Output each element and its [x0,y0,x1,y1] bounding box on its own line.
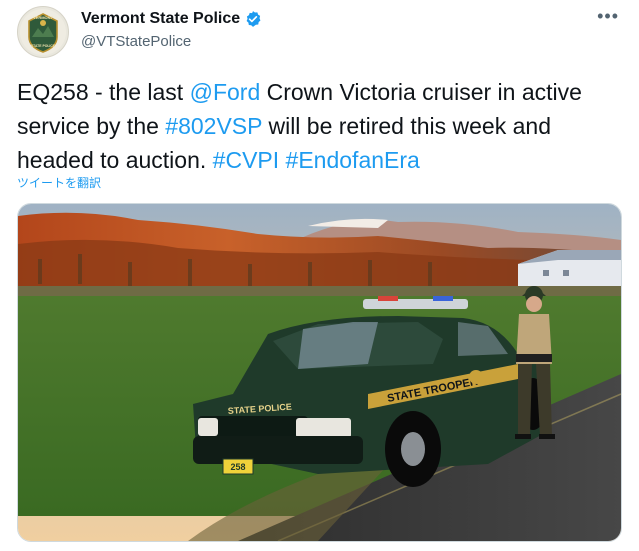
badge-bottom-text: STATE POLICE [31,44,56,48]
hashtag-endofanera[interactable]: #EndofanEra [286,147,420,173]
mention-ford[interactable]: @Ford [190,79,261,105]
hashtag-802vsp[interactable]: #802VSP [165,113,262,139]
account-handle[interactable]: @VTStatePolice [81,33,191,50]
avatar[interactable]: VERMONT STATE POLICE [17,6,69,58]
name-row: Vermont State Police [81,10,262,28]
vermont-state-police-badge-icon: VERMONT STATE POLICE [20,9,66,55]
tweet-text-segment: EQ258 - the last [17,79,190,105]
display-name[interactable]: Vermont State Police [81,10,240,28]
hashtag-cvpi[interactable]: #CVPI [213,147,279,173]
license-plate-text: 258 [230,462,245,472]
translate-tweet-link[interactable]: ツイートを翻訳 [17,174,101,191]
cruiser-photo: STATE TROOPER STATE POLICE 258 [18,204,621,541]
badge-top-text: VERMONT [33,15,54,20]
more-options-icon[interactable]: ••• [597,6,619,27]
tweet-photo[interactable]: STATE TROOPER STATE POLICE 258 [17,203,622,542]
verified-badge-icon [246,11,261,27]
tweet: VERMONT STATE POLICE Vermont State Polic… [0,0,639,551]
tweet-text: EQ258 - the last @Ford Crown Victoria cr… [17,75,627,177]
